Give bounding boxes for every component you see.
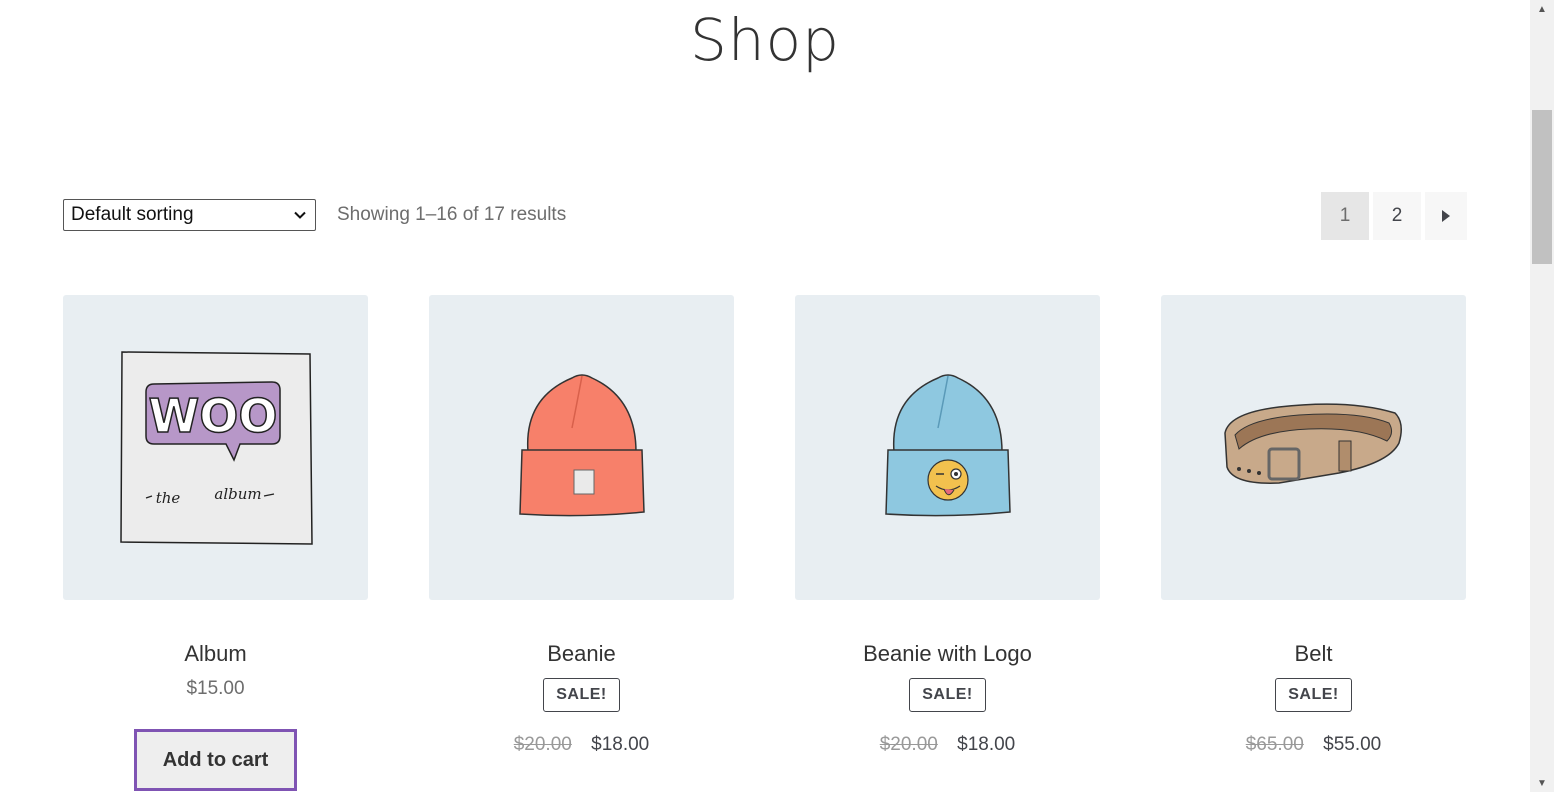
sale-price: $18.00 <box>591 734 650 755</box>
caret-right-icon <box>1442 210 1450 222</box>
product-image[interactable] <box>429 295 734 600</box>
page-1-link[interactable]: 1 <box>1321 192 1369 240</box>
sale-badge: SALE! <box>909 678 986 712</box>
chevron-down-icon <box>294 211 306 219</box>
sale-badge: SALE! <box>1275 678 1352 712</box>
next-page-link[interactable] <box>1425 192 1467 240</box>
scrollbar-thumb[interactable] <box>1532 110 1552 264</box>
sort-select[interactable]: Default sorting <box>63 199 316 231</box>
orange-beanie-image <box>518 373 645 516</box>
album-cover-image: WOO the album <box>119 350 313 545</box>
shop-page: Shop Default sorting Showing 1–16 of 17 … <box>0 0 1554 792</box>
product-card-album: WOO the album Album $15.00 Add to cart <box>63 295 368 791</box>
page-2-link[interactable]: 2 <box>1373 192 1421 240</box>
blue-beanie-image <box>884 373 1011 516</box>
product-price: $15.00 <box>186 678 245 699</box>
sort-select-value: Default sorting <box>71 204 194 225</box>
add-to-cart-button[interactable]: Add to cart <box>134 729 297 791</box>
result-count: Showing 1–16 of 17 results <box>337 204 567 225</box>
scroll-up-arrow-icon[interactable]: ▲ <box>1530 0 1554 18</box>
product-name[interactable]: Album <box>63 636 368 672</box>
regular-price: $20.00 <box>513 734 572 755</box>
product-name[interactable]: Beanie with Logo <box>795 636 1100 672</box>
regular-price: $65.00 <box>1245 734 1304 755</box>
belt-image <box>1223 402 1402 484</box>
product-image[interactable] <box>795 295 1100 600</box>
product-name[interactable]: Beanie <box>429 636 734 672</box>
product-price: $65.00 $55.00 <box>1161 734 1466 756</box>
product-card-beanie-with-logo: Beanie with Logo SALE! $20.00 $18.00 <box>795 295 1100 756</box>
product-card-beanie: Beanie SALE! $20.00 $18.00 <box>429 295 734 756</box>
album-caption-right: album <box>214 485 261 503</box>
sale-price: $55.00 <box>1323 734 1382 755</box>
product-card-belt: Belt SALE! $65.00 $55.00 <box>1161 295 1466 756</box>
page-title: Shop <box>690 5 840 74</box>
product-price: $20.00 $18.00 <box>795 734 1100 756</box>
product-name[interactable]: Belt <box>1161 636 1466 672</box>
album-logo-text: WOO <box>148 389 277 443</box>
album-caption-left: the <box>155 489 180 507</box>
product-price: $20.00 $18.00 <box>429 734 734 756</box>
sale-badge: SALE! <box>543 678 620 712</box>
vertical-scrollbar[interactable]: ▲ ▼ <box>1530 0 1554 792</box>
scroll-down-arrow-icon[interactable]: ▼ <box>1530 774 1554 792</box>
pagination: 1 2 <box>1321 192 1467 240</box>
sale-price: $18.00 <box>957 734 1016 755</box>
product-image[interactable]: WOO the album <box>63 295 368 600</box>
product-image[interactable] <box>1161 295 1466 600</box>
regular-price: $20.00 <box>879 734 938 755</box>
